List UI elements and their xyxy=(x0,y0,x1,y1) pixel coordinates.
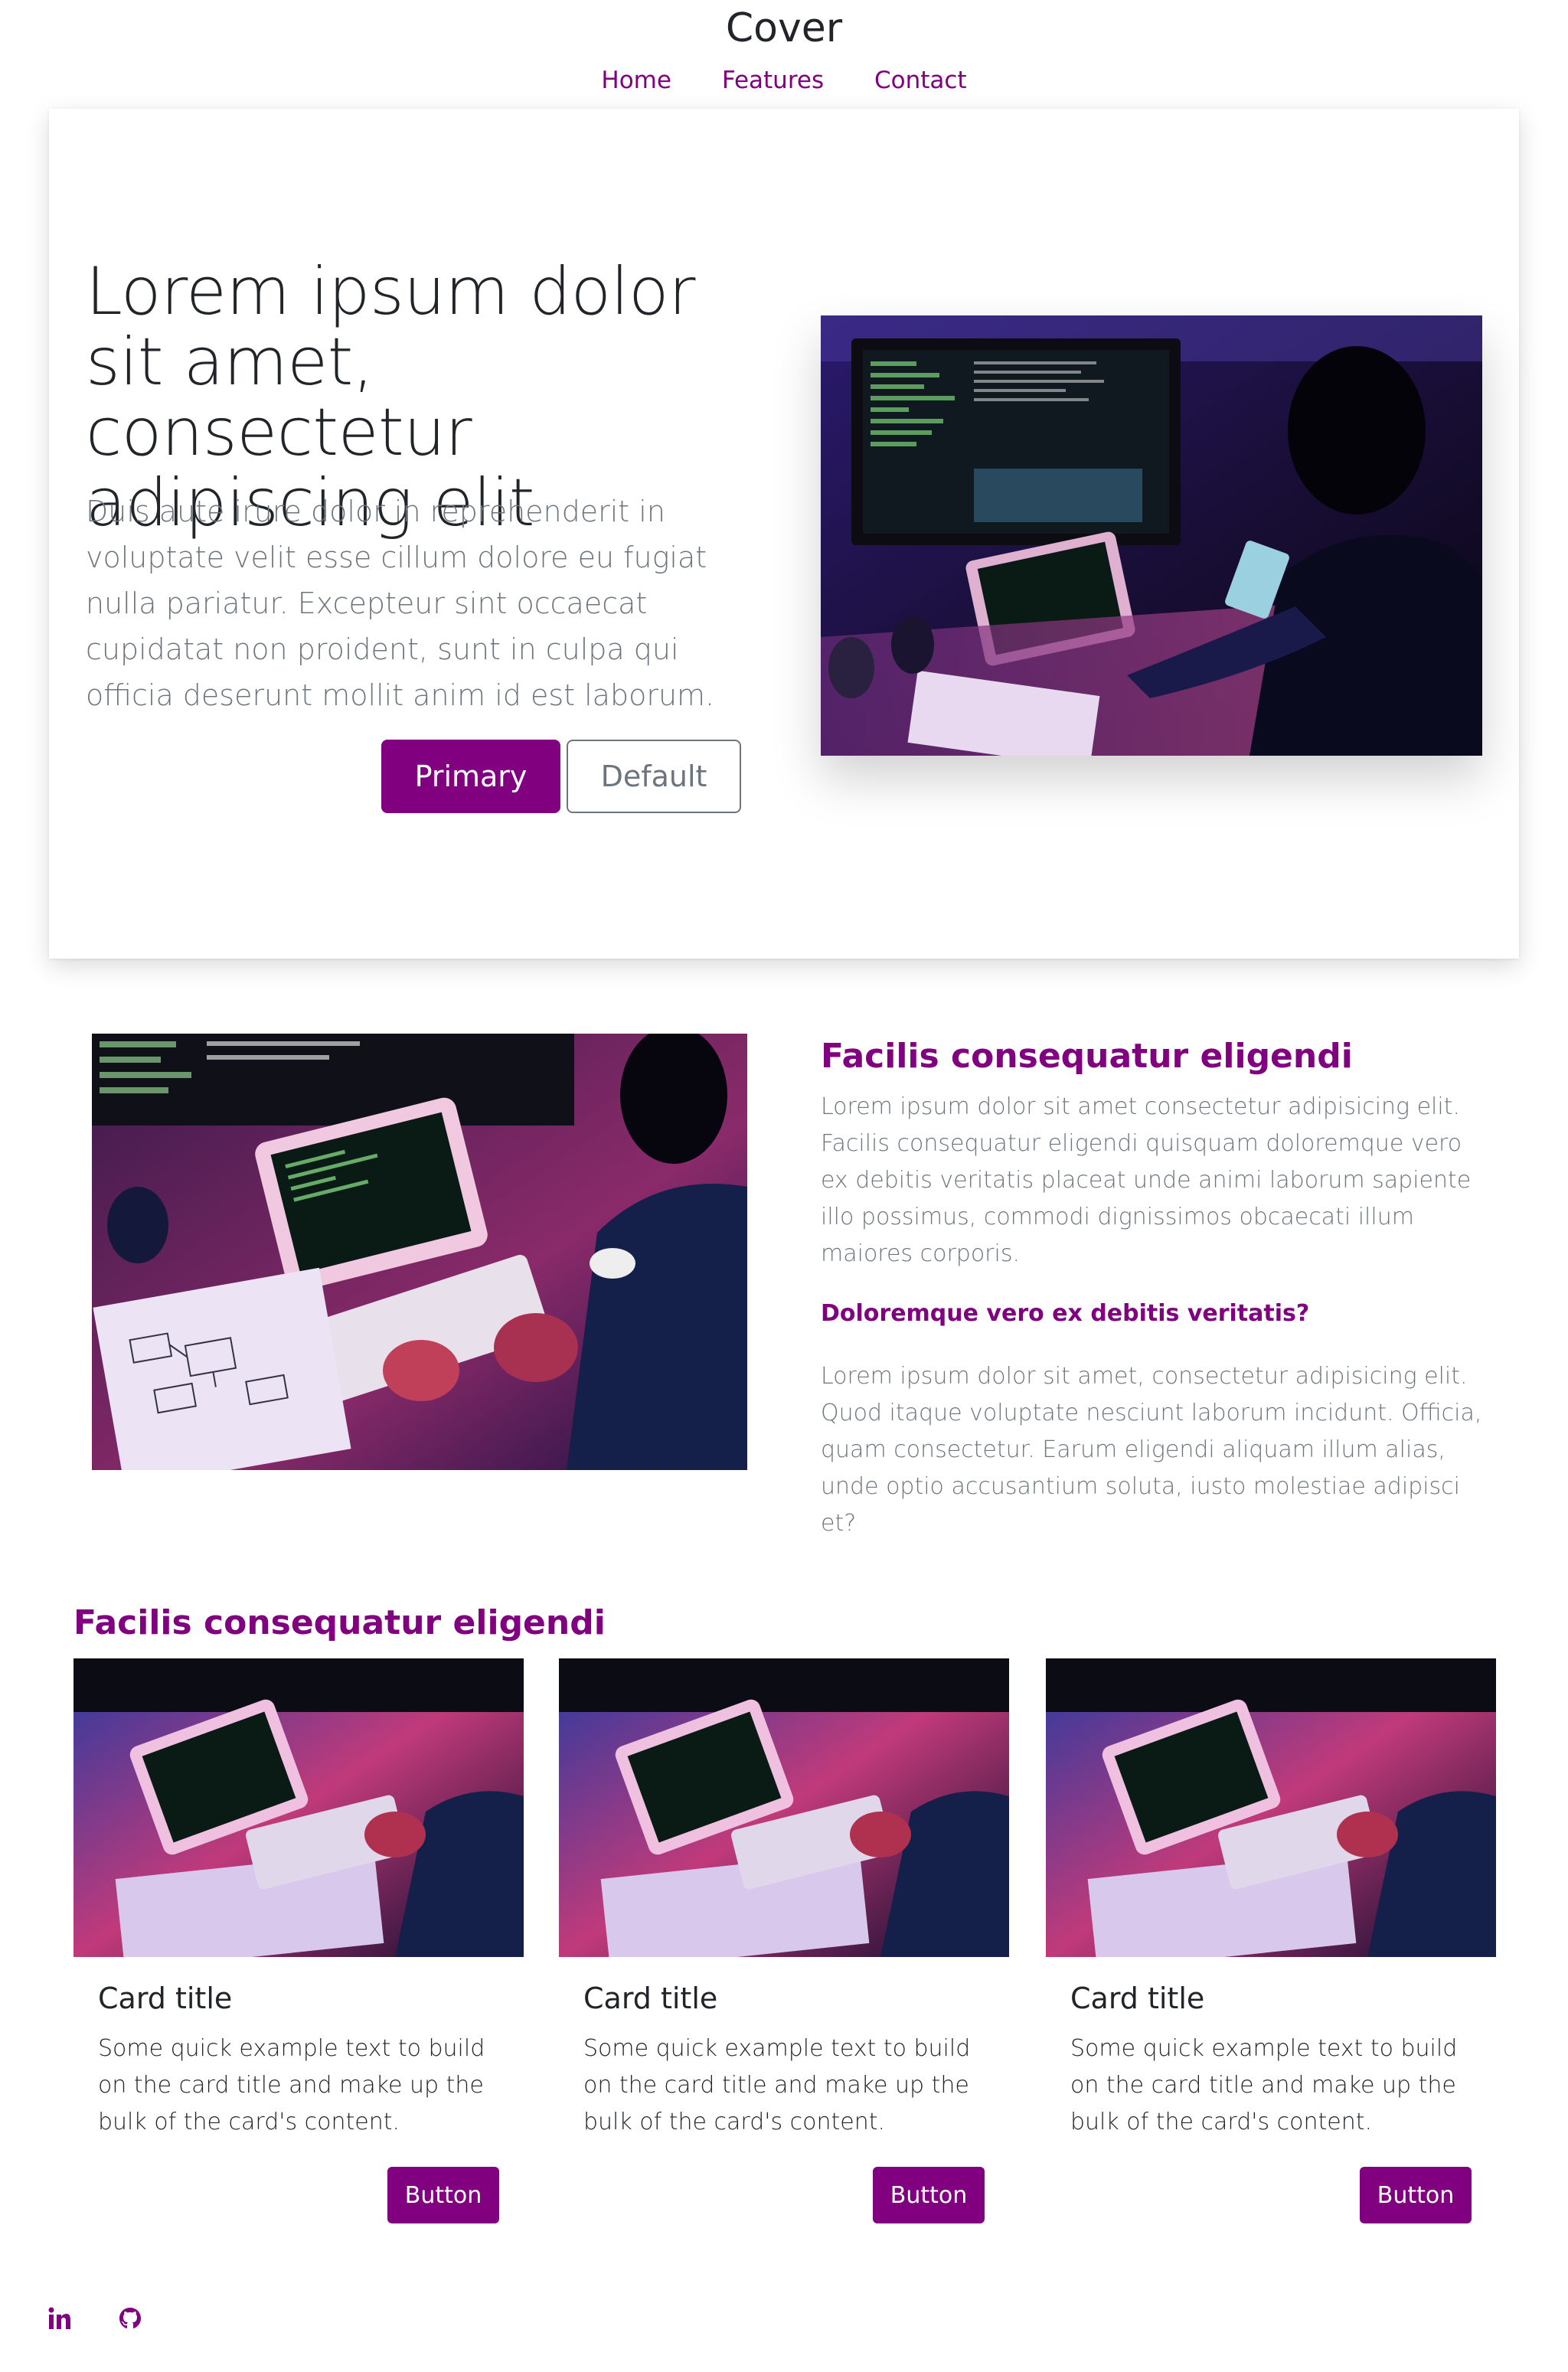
card-title: Card title xyxy=(1070,1982,1205,2015)
card-button[interactable]: Button xyxy=(387,2167,499,2223)
card-title: Card title xyxy=(98,1982,233,2015)
card-image xyxy=(1046,1658,1496,1957)
nav-features[interactable]: Features xyxy=(722,61,824,100)
card-3: Card title Some quick example text to bu… xyxy=(1046,1658,1496,2225)
card-button[interactable]: Button xyxy=(873,2167,985,2223)
feature-subheading: Doloremque vero ex debitis veritatis? xyxy=(821,1300,1310,1327)
card-title: Card title xyxy=(583,1982,718,2015)
cards-section-title: Facilis consequatur eligendi xyxy=(74,1603,606,1642)
feature-image xyxy=(92,1034,747,1470)
nav-contact[interactable]: Contact xyxy=(874,61,967,100)
card-text: Some quick example text to build on the … xyxy=(98,2035,485,2135)
card-button[interactable]: Button xyxy=(1360,2167,1472,2223)
hero-image xyxy=(821,315,1482,756)
card-image xyxy=(559,1658,1009,1957)
card-image xyxy=(74,1658,524,1957)
hero-lead: Duis aute irure dolor in reprehenderit i… xyxy=(86,495,715,712)
primary-button[interactable]: Primary xyxy=(381,740,560,813)
feature-title: Facilis consequatur eligendi xyxy=(821,1037,1353,1076)
card-2: Card title Some quick example text to bu… xyxy=(559,1658,1009,2225)
site-title: Cover xyxy=(725,5,843,51)
nav-home[interactable]: Home xyxy=(601,61,671,100)
card-1: Card title Some quick example text to bu… xyxy=(74,1658,524,2225)
github-icon[interactable] xyxy=(112,2300,149,2337)
linkedin-icon[interactable] xyxy=(41,2300,78,2337)
default-button[interactable]: Default xyxy=(567,740,741,813)
main-nav: Home Features Contact xyxy=(0,61,1568,100)
feature-paragraph-1: Lorem ipsum dolor sit amet consectetur a… xyxy=(821,1093,1472,1267)
feature-paragraph-2: Lorem ipsum dolor sit amet, consectetur … xyxy=(821,1363,1482,1537)
card-text: Some quick example text to build on the … xyxy=(583,2035,971,2135)
card-text: Some quick example text to build on the … xyxy=(1070,2035,1458,2135)
